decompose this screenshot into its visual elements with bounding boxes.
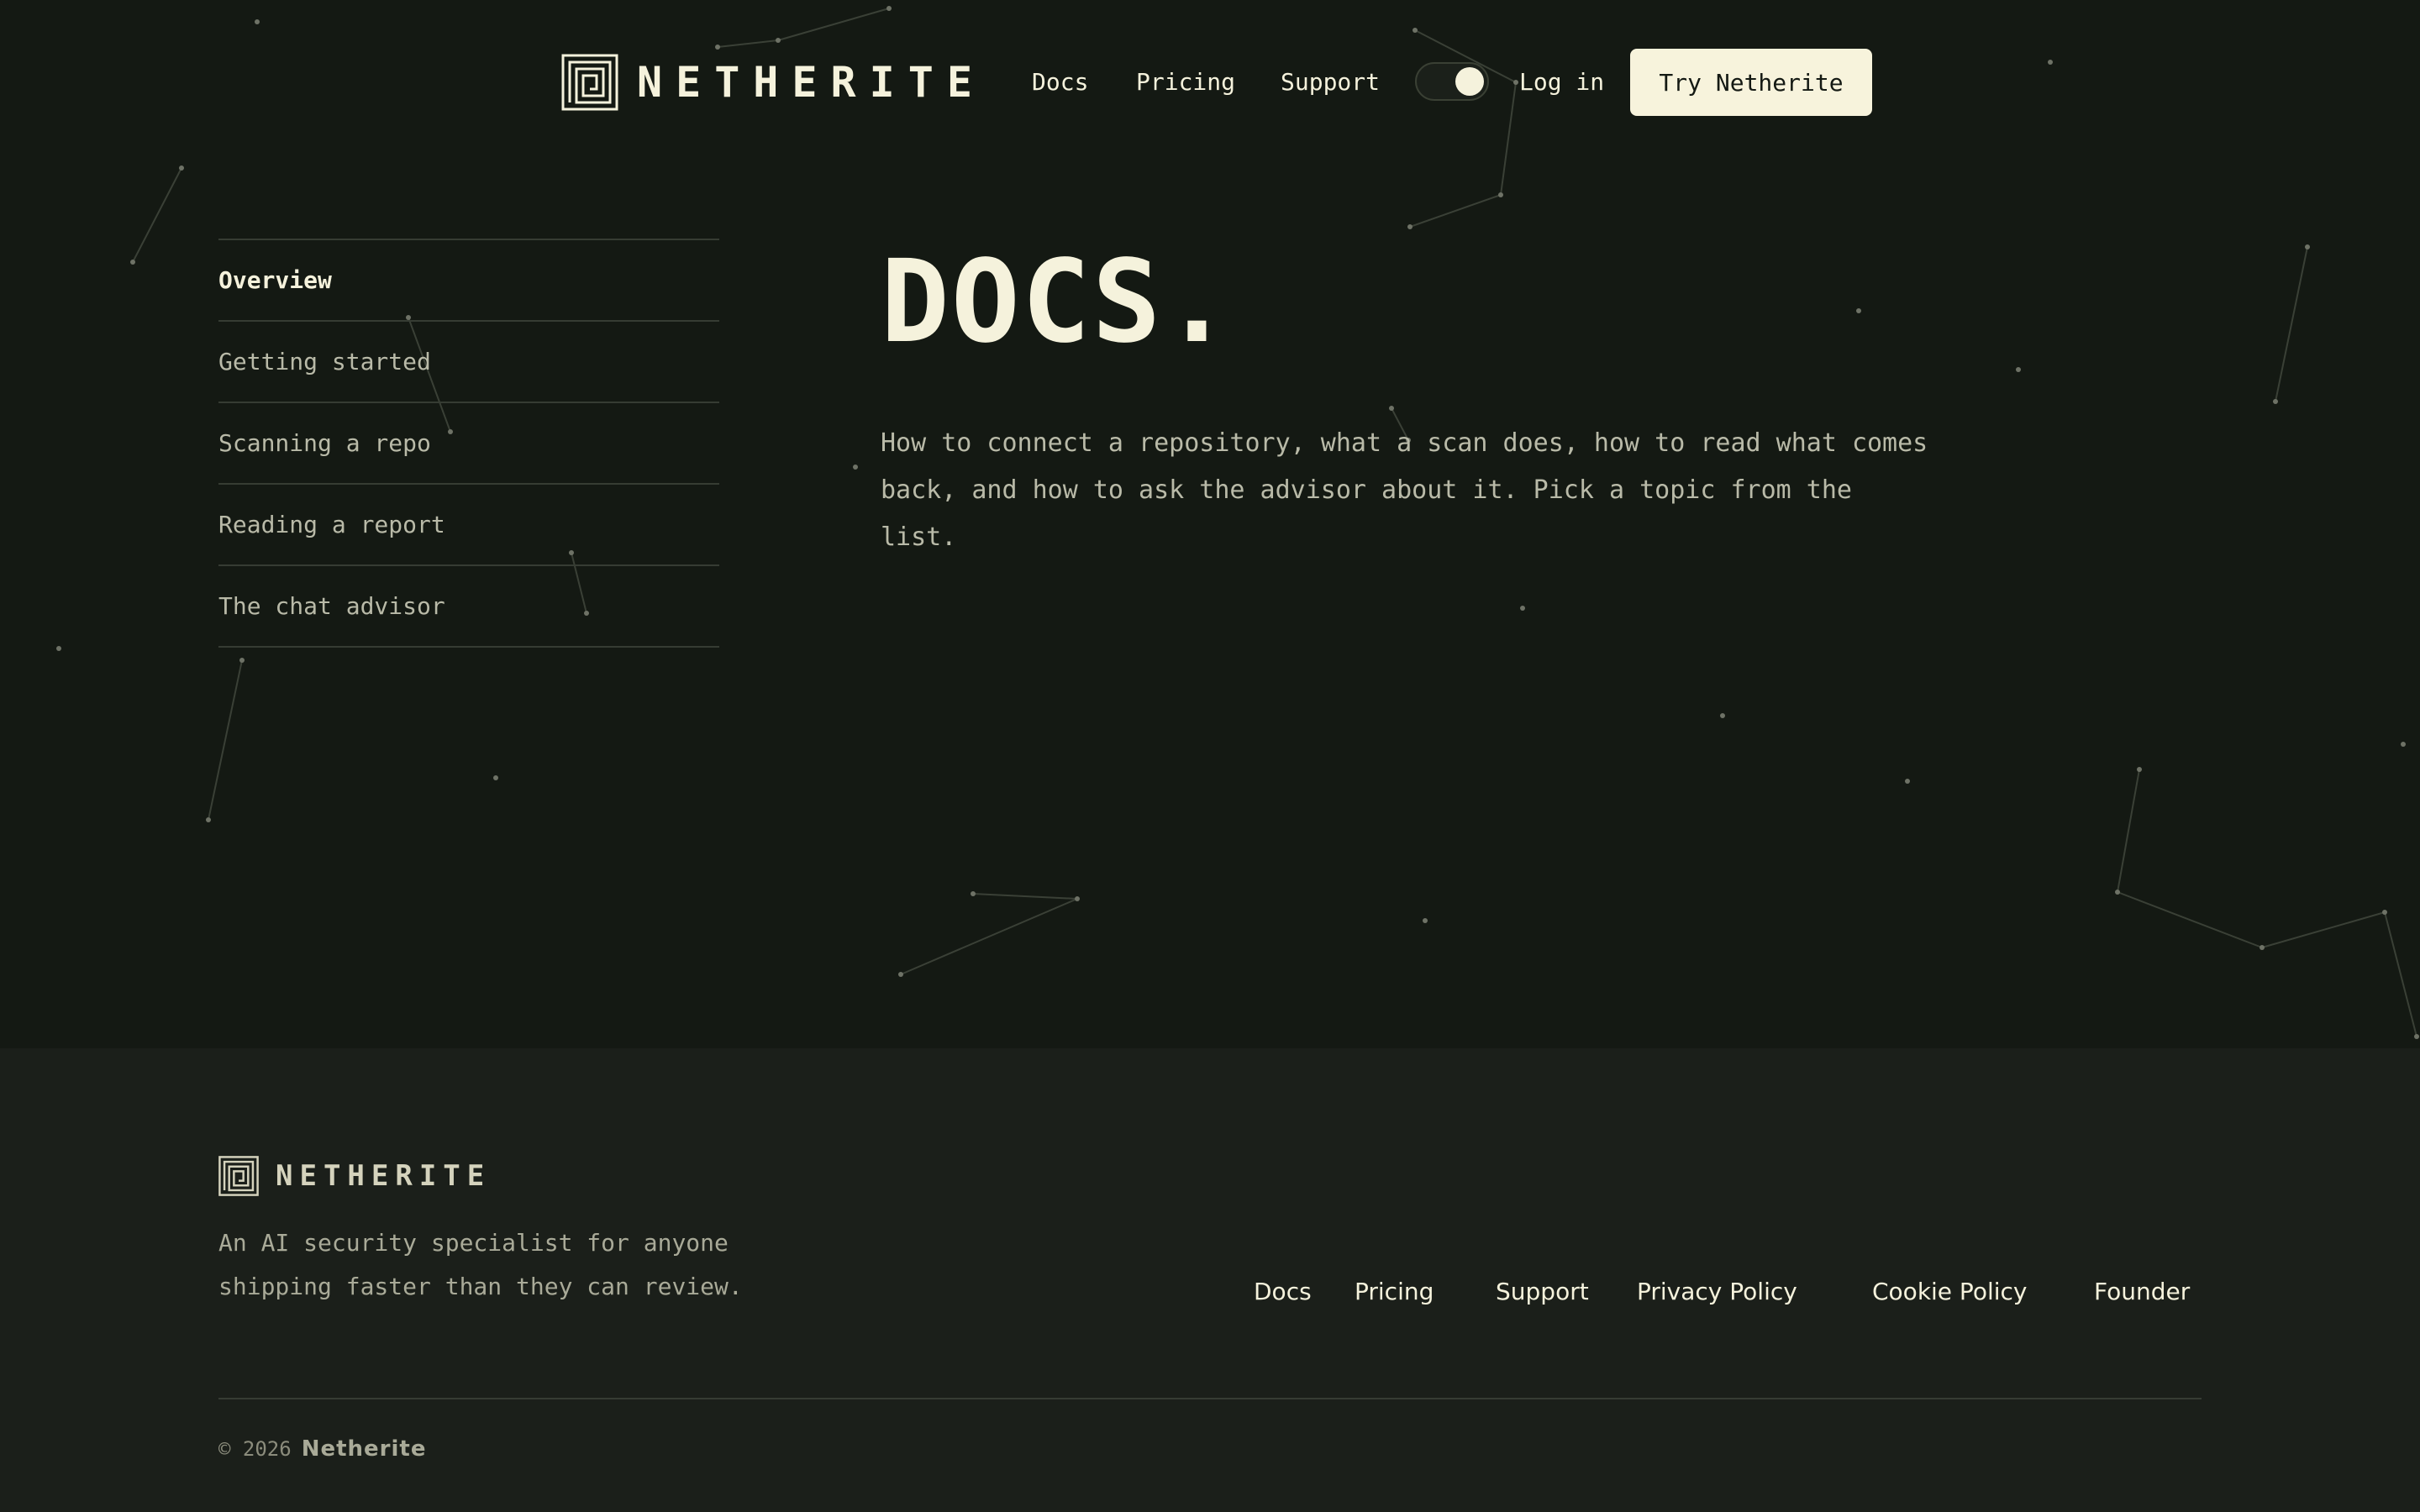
maze-logo-icon bbox=[561, 54, 618, 111]
theme-toggle[interactable] bbox=[1415, 62, 1489, 101]
footer-wordmark: NETHERITE bbox=[276, 1159, 492, 1193]
star-dot bbox=[1075, 896, 1080, 901]
site-header: NETHERITE Docs Pricing Support Log in Tr… bbox=[0, 0, 2420, 164]
star-dot bbox=[1407, 224, 1413, 229]
brand-logo-link[interactable]: NETHERITE bbox=[561, 54, 986, 111]
star-dot bbox=[179, 165, 184, 171]
constellation-line bbox=[972, 893, 1078, 900]
nav-pricing[interactable]: Pricing bbox=[1136, 61, 1235, 103]
docs-sidebar: Overview Getting started Scanning a repo… bbox=[218, 239, 719, 648]
star-dot bbox=[2382, 910, 2387, 915]
theme-toggle-icon bbox=[1455, 67, 1484, 96]
footer-link-support[interactable]: Support bbox=[1496, 1273, 1589, 1310]
constellation-line bbox=[2275, 246, 2308, 402]
constellation-line bbox=[2384, 911, 2417, 1037]
footer-link-cookie-policy[interactable]: Cookie Policy bbox=[1872, 1273, 2027, 1310]
page-title: DOCS. bbox=[881, 236, 1234, 369]
star-dot bbox=[1720, 713, 1725, 718]
star-dot bbox=[971, 891, 976, 896]
sidebar-item-reading-a-report[interactable]: Reading a report bbox=[218, 483, 719, 564]
footer-nav: Docs Pricing Support Privacy Policy Cook… bbox=[1254, 1273, 2202, 1310]
docs-main: DOCS. How to connect a repository, what … bbox=[881, 235, 1973, 561]
footer-link-privacy-policy[interactable]: Privacy Policy bbox=[1637, 1273, 1797, 1310]
star-dot bbox=[2137, 767, 2142, 772]
login-link[interactable]: Log in bbox=[1519, 61, 1604, 103]
constellation-line bbox=[900, 898, 1078, 975]
constellation-line bbox=[2261, 911, 2386, 948]
brand-wordmark: NETHERITE bbox=[637, 54, 986, 111]
star-dot bbox=[2115, 890, 2120, 895]
footer-link-pricing[interactable]: Pricing bbox=[1355, 1273, 1434, 1310]
sidebar-item-overview[interactable]: Overview bbox=[218, 239, 719, 320]
footer-divider bbox=[218, 1398, 2202, 1399]
star-dot bbox=[1498, 192, 1503, 197]
site-footer: NETHERITE An AI security specialist for … bbox=[0, 1048, 2420, 1512]
nav-docs[interactable]: Docs bbox=[1032, 61, 1088, 103]
sidebar-item-chat-advisor[interactable]: The chat advisor bbox=[218, 564, 719, 646]
sidebar-divider bbox=[218, 646, 719, 648]
sidebar-item-scanning-a-repo[interactable]: Scanning a repo bbox=[218, 402, 719, 483]
page-intro: How to connect a repository, what a scan… bbox=[881, 428, 1928, 552]
footer-link-docs[interactable]: Docs bbox=[1254, 1273, 1312, 1310]
star-dot bbox=[206, 817, 211, 822]
star-dot bbox=[2273, 399, 2278, 404]
copyright: © 2026 Netherite bbox=[218, 1435, 426, 1463]
maze-logo-icon bbox=[218, 1156, 259, 1196]
constellation-line bbox=[1409, 194, 1502, 228]
constellation-line bbox=[132, 167, 182, 263]
page: NETHERITE Docs Pricing Support Log in Tr… bbox=[0, 0, 2420, 1048]
star-dot bbox=[1423, 918, 1428, 923]
constellation-line bbox=[2117, 769, 2140, 893]
copyright-year: © 2026 bbox=[218, 1437, 292, 1461]
copyright-brand: Netherite bbox=[301, 1436, 427, 1462]
star-dot bbox=[2414, 1034, 2419, 1039]
star-dot bbox=[239, 658, 245, 663]
constellation-line bbox=[2117, 891, 2263, 948]
footer-link-founder[interactable]: Founder bbox=[2094, 1273, 2190, 1310]
star-dot bbox=[2305, 244, 2310, 249]
sidebar-item-getting-started[interactable]: Getting started bbox=[218, 320, 719, 402]
try-netherite-button[interactable]: Try Netherite bbox=[1630, 49, 1872, 116]
star-dot bbox=[2260, 945, 2265, 950]
footer-brand-logo-link[interactable]: NETHERITE bbox=[218, 1156, 491, 1196]
star-dot bbox=[853, 465, 858, 470]
star-dot bbox=[2401, 742, 2406, 747]
footer-tagline: An AI security specialist for anyone shi… bbox=[218, 1229, 743, 1300]
star-dot bbox=[130, 260, 135, 265]
star-dot bbox=[493, 775, 498, 780]
star-dot bbox=[1905, 779, 1910, 784]
star-dot bbox=[898, 972, 903, 977]
star-dot bbox=[2016, 367, 2021, 372]
star-dot bbox=[1520, 606, 1525, 611]
star-dot bbox=[56, 646, 61, 651]
constellation-line bbox=[208, 659, 243, 821]
nav-support[interactable]: Support bbox=[1281, 61, 1380, 103]
